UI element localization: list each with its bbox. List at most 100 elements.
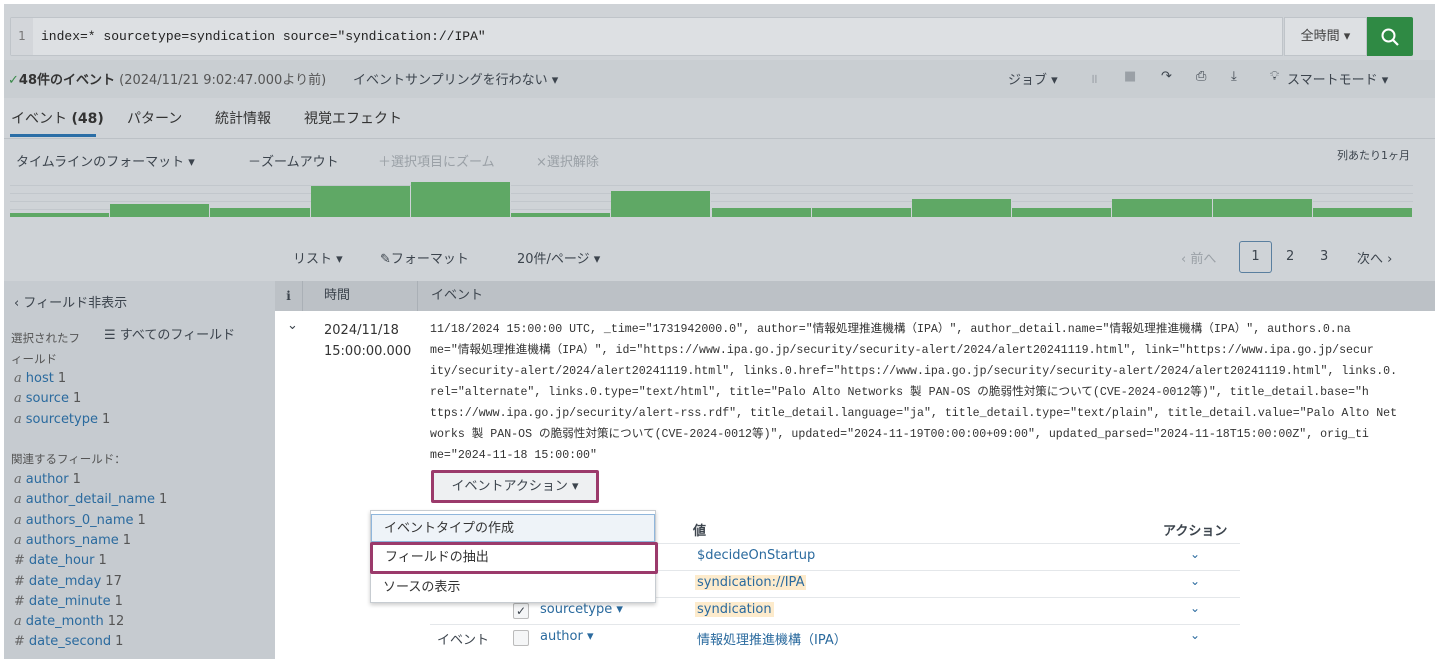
- chevron-down-icon[interactable]: ⌄: [1190, 547, 1200, 561]
- deselect-button[interactable]: ×選択解除: [536, 151, 599, 170]
- page-3-button[interactable]: 3: [1320, 249, 1328, 264]
- event-count: ✓48件のイベント (2024/11/21 9:02:47.000より前): [8, 69, 326, 88]
- page-2-button[interactable]: 2: [1286, 249, 1294, 264]
- timeline-bar[interactable]: [310, 186, 411, 217]
- search-mode-dropdown[interactable]: スマートモード ▾: [1287, 69, 1388, 88]
- line-number: 1: [11, 18, 33, 55]
- menu-item-create-eventtype[interactable]: イベントタイプの作成: [371, 514, 655, 542]
- field-name: date_minute: [28, 593, 111, 609]
- field-count: 1: [98, 553, 107, 569]
- field-name: author_detail_name: [25, 492, 156, 508]
- interesting-fields-label: 関連するフィールド：: [11, 452, 126, 466]
- export-icon[interactable]: ⤓: [1231, 69, 1237, 84]
- field-name: date_hour: [28, 553, 95, 569]
- menu-item-show-source[interactable]: ソースの表示: [371, 574, 655, 602]
- job-menu[interactable]: ジョブ ▾: [1008, 69, 1058, 88]
- field-link-host[interactable]: a host 1: [14, 371, 66, 386]
- hide-fields-button[interactable]: ‹ フィールド非表示: [14, 292, 127, 311]
- field-count: 1: [57, 371, 67, 386]
- timeline-bar[interactable]: [1312, 208, 1413, 217]
- search-query[interactable]: index=* sourcetype=syndication source="s…: [41, 18, 486, 55]
- tab-statistics[interactable]: 統計情報: [215, 108, 271, 128]
- event-count-label: 48件のイベント: [18, 73, 115, 88]
- sampling-dropdown[interactable]: イベントサンプリングを行わない ▾: [353, 69, 558, 88]
- field-row: イベント author ▾ 情報処理推進機構（IPA） ⌄: [430, 624, 1240, 651]
- chevron-down-icon[interactable]: ⌄: [1190, 601, 1200, 615]
- field-type-icon: a: [14, 371, 22, 386]
- field-name: authors_0_name: [25, 512, 134, 528]
- timeline-bar[interactable]: [1012, 208, 1113, 217]
- chevron-down-icon[interactable]: ⌄: [1190, 628, 1200, 642]
- per-page-dropdown[interactable]: 20件/ページ ▾: [517, 248, 600, 267]
- field-name: authors_name: [25, 532, 119, 548]
- field-link-date_second[interactable]: # date_second 1: [14, 634, 123, 649]
- field-name-dropdown[interactable]: sourcetype ▾: [540, 602, 623, 617]
- magnifier-icon: [1381, 28, 1399, 46]
- action-header: アクション: [1163, 524, 1228, 539]
- field-name: sourcetype: [25, 411, 98, 427]
- timeline-bar[interactable]: [110, 203, 211, 217]
- timeline-bar[interactable]: [811, 208, 912, 217]
- timeline-bar[interactable]: [1212, 199, 1313, 217]
- zoom-out-button[interactable]: －ズームアウト: [248, 151, 339, 170]
- field-link-author_detail_name[interactable]: a author_detail_name 1: [14, 492, 167, 507]
- field-link-authors_0_name[interactable]: a authors_0_name 1: [14, 513, 146, 528]
- col-info: i: [275, 281, 303, 311]
- share-icon[interactable]: ↷: [1161, 69, 1172, 84]
- field-link-sourcetype[interactable]: a sourcetype 1: [14, 412, 110, 427]
- prev-page-button[interactable]: ‹ 前へ: [1181, 248, 1216, 267]
- list-view-dropdown[interactable]: リスト ▾: [293, 248, 343, 267]
- search-timestamp: (2024/11/21 9:02:47.000より前): [119, 73, 327, 88]
- field-link-date_minute[interactable]: # date_minute 1: [14, 594, 123, 609]
- field-link-authors_name[interactable]: a authors_name 1: [14, 533, 131, 548]
- field-count: 1: [115, 634, 124, 650]
- timeline-gridline: [10, 185, 1413, 186]
- timeline-bar[interactable]: [410, 181, 512, 217]
- field-link-date_hour[interactable]: # date_hour 1: [14, 553, 107, 568]
- time-range-picker[interactable]: 全時間 ▾: [1284, 17, 1367, 56]
- all-fields-button[interactable]: ☰ すべてのフィールド: [104, 324, 235, 343]
- search-button[interactable]: [1367, 17, 1413, 56]
- field-count: 1: [72, 472, 81, 487]
- field-value[interactable]: 情報処理推進機構（IPA）: [695, 629, 849, 648]
- menu-item-extract-fields[interactable]: フィールドの抽出: [370, 542, 658, 574]
- field-value[interactable]: syndication: [695, 602, 774, 617]
- field-name: date_month: [25, 614, 104, 630]
- timeline-bar[interactable]: [511, 212, 612, 217]
- chevron-down-icon[interactable]: ⌄: [1190, 574, 1200, 588]
- field-checkbox[interactable]: ✓: [513, 603, 529, 619]
- pencil-icon: ✎: [380, 252, 391, 267]
- tab-events[interactable]: イベント (48): [11, 108, 104, 128]
- collapse-chevron-icon[interactable]: ⌄: [287, 318, 298, 333]
- event-time: 2024/11/18 15:00:00.000: [324, 323, 412, 359]
- timeline-bar[interactable]: [711, 208, 812, 217]
- tab-visualization[interactable]: 視覚エフェクト: [304, 108, 402, 128]
- timeline-format-dropdown[interactable]: タイムラインのフォーマット ▾: [16, 151, 195, 170]
- field-value[interactable]: $decideOnStartup: [695, 548, 817, 563]
- field-checkbox[interactable]: [513, 630, 529, 646]
- timeline-bar[interactable]: [911, 199, 1013, 217]
- field-link-author[interactable]: a author 1: [14, 472, 81, 487]
- field-link-date_month[interactable]: a date_month 12: [14, 614, 124, 629]
- field-name-dropdown[interactable]: author ▾: [540, 629, 594, 644]
- format-label: フォーマット: [390, 252, 469, 267]
- timeline-bar[interactable]: [611, 190, 712, 217]
- timeline-bar[interactable]: [1112, 199, 1213, 217]
- pause-icon[interactable]: ॥: [1090, 69, 1098, 87]
- timeline-bar[interactable]: [210, 208, 311, 217]
- search-input[interactable]: 1 index=* sourcetype=syndication source=…: [10, 17, 1283, 56]
- zoom-to-selection-button[interactable]: ＋選択項目にズーム: [378, 151, 495, 170]
- field-link-source[interactable]: a source 1: [14, 391, 81, 406]
- page-1-button[interactable]: 1: [1239, 241, 1272, 273]
- format-button[interactable]: ✎フォーマット: [380, 248, 469, 267]
- field-value[interactable]: syndication://IPA: [695, 575, 807, 590]
- next-page-button[interactable]: 次へ ›: [1357, 248, 1392, 267]
- stop-icon[interactable]: ■: [1124, 69, 1136, 84]
- print-icon[interactable]: ⎙: [1196, 69, 1206, 84]
- timeline-bar[interactable]: [10, 212, 111, 217]
- field-name: date_mday: [28, 573, 102, 589]
- tab-patterns[interactable]: パターン: [127, 108, 182, 128]
- field-link-date_mday[interactable]: # date_mday 17: [14, 574, 122, 589]
- event-raw-line: 11/18/2024 15:00:00 UTC, _time="17319420…: [430, 323, 1351, 336]
- event-actions-button[interactable]: イベントアクション ▾: [431, 470, 599, 503]
